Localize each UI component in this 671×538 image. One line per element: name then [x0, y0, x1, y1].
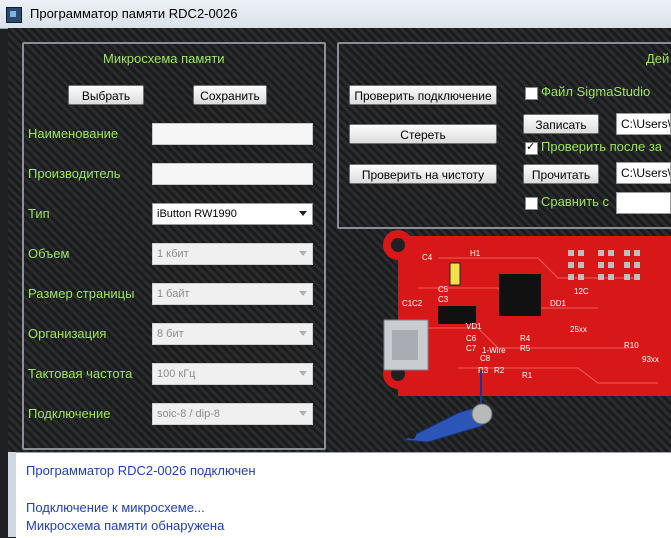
chevron-down-icon — [299, 251, 307, 256]
name-field[interactable] — [152, 123, 313, 145]
chevron-down-icon — [299, 371, 307, 376]
verify-after-write-label: Проверить после за — [541, 139, 663, 154]
board-label: H1 — [470, 249, 481, 258]
organization-select-value: 8 бит — [157, 328, 184, 340]
board-label: C8 — [480, 354, 491, 363]
connection-label: Подключение — [28, 406, 111, 421]
read-path-field[interactable]: C:\Users\ — [616, 162, 671, 184]
connection-select-value: soic-8 / dip-8 — [157, 408, 220, 420]
actions-group-title: Дей — [646, 51, 670, 66]
connection-select: soic-8 / dip-8 — [152, 403, 313, 425]
board-label: DD1 — [550, 299, 567, 308]
board-label: 12C — [574, 287, 589, 296]
save-button[interactable]: Сохранить — [193, 85, 267, 105]
board-label: 93xx — [642, 355, 659, 364]
verify-after-write-checkbox[interactable] — [525, 140, 538, 155]
board-label: VD1 — [466, 322, 482, 331]
page-size-select: 1 байт — [152, 283, 313, 305]
chip-dd1 — [499, 274, 541, 316]
memory-chip-group-title: Микросхема памяти — [103, 51, 225, 66]
page-size-select-value: 1 байт — [157, 288, 190, 300]
clock-label: Тактовая частота — [28, 366, 133, 381]
log-panel[interactable]: Программатор RDC2-0026 подключен Подключ… — [16, 452, 671, 538]
log-line: Микросхема памяти обнаружена — [26, 518, 225, 533]
organization-label: Организация — [28, 326, 107, 341]
name-label: Наименование — [28, 126, 119, 141]
board-label: C4 — [422, 253, 433, 262]
chevron-down-icon — [299, 211, 307, 216]
compare-checkbox[interactable] — [525, 197, 538, 210]
compare-path-field[interactable] — [616, 192, 671, 214]
ibutton-tablet — [471, 403, 493, 425]
size-label: Объем — [28, 246, 70, 261]
write-path-field[interactable]: C:\Users\ — [616, 113, 671, 135]
board-label: C3 — [438, 295, 449, 304]
chevron-down-icon — [299, 411, 307, 416]
manufacturer-label: Производитель — [28, 166, 121, 181]
title-bar: Программатор памяти RDC2-0026 — [0, 0, 671, 29]
board-label: C6 — [466, 334, 477, 343]
capacitor — [449, 262, 461, 286]
type-label: Тип — [28, 206, 50, 221]
board-label: R3 — [478, 366, 489, 375]
board-label: 25xx — [570, 325, 587, 334]
type-select-value: iButton RW1990 — [157, 208, 237, 220]
compare-label: Сравнить с — [541, 194, 610, 209]
board-label: 1-Wire — [482, 346, 506, 355]
size-select: 1 кбит — [152, 243, 313, 265]
app-icon — [6, 7, 22, 23]
size-select-value: 1 кбит — [157, 248, 189, 260]
window-title: Программатор памяти RDC2-0026 — [30, 6, 238, 21]
organization-select: 8 бит — [152, 323, 313, 345]
board-label: C2 — [412, 299, 423, 308]
board-label: R2 — [494, 366, 505, 375]
type-select[interactable]: iButton RW1990 — [152, 203, 313, 225]
board-label: R4 — [520, 334, 531, 343]
board-label: C7 — [466, 344, 477, 353]
manufacturer-field[interactable] — [152, 163, 313, 185]
board-label: R10 — [624, 341, 639, 350]
log-line: Подключение к микросхеме... — [26, 500, 205, 515]
clock-select-value: 100 кГц — [157, 368, 196, 380]
blank-check-button[interactable]: Проверить на чистоту — [349, 164, 497, 184]
page-size-label: Размер страницы — [28, 286, 135, 301]
board-label: C5 — [438, 285, 449, 294]
read-button[interactable]: Прочитать — [523, 164, 599, 184]
board-label: R5 — [520, 344, 531, 353]
write-button[interactable]: Записать — [523, 114, 599, 134]
sigmastudio-checkbox[interactable] — [525, 87, 538, 100]
log-line: Программатор RDC2-0026 подключен — [26, 463, 256, 478]
select-button[interactable]: Выбрать — [68, 85, 144, 105]
clock-select: 100 кГц — [152, 363, 313, 385]
chevron-down-icon — [299, 331, 307, 336]
erase-button[interactable]: Стереть — [349, 124, 497, 144]
sigmastudio-label: Файл SigmaStudio — [541, 84, 651, 99]
chevron-down-icon — [299, 291, 307, 296]
programmer-board-illustration: C4 H1 DD1 25xx 93xx 12C R10 VD1 C6 C7 C8… — [383, 230, 671, 443]
check-connection-button[interactable]: Проверить подключение — [349, 85, 497, 105]
board-label: R1 — [522, 371, 533, 380]
